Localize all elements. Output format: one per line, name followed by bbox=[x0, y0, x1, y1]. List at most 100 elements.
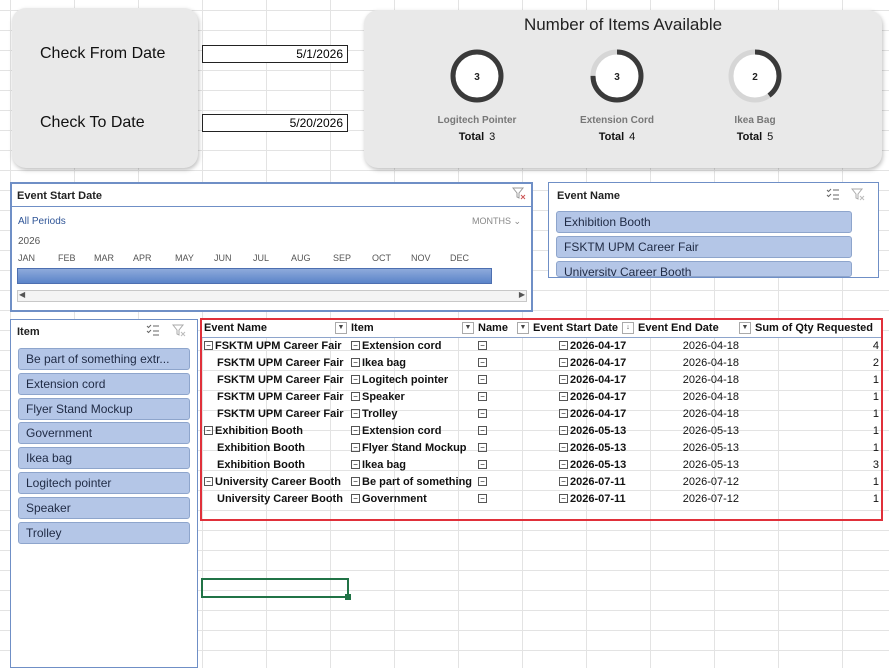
cell-item[interactable]: − Government bbox=[349, 490, 476, 507]
header-name[interactable]: Name ▼ bbox=[476, 320, 531, 338]
cell-item[interactable]: − Extension cord bbox=[349, 422, 476, 439]
cell-qty[interactable]: 2 bbox=[753, 354, 881, 371]
item-slicer-item[interactable]: Government bbox=[18, 422, 190, 445]
selected-cell[interactable] bbox=[201, 578, 349, 598]
scroll-right-icon[interactable]: ▶ bbox=[519, 290, 525, 299]
cell-name[interactable]: − bbox=[476, 405, 531, 422]
cell-item[interactable]: − Speaker bbox=[349, 388, 476, 405]
cell-start-date[interactable]: −2026-05-13 bbox=[531, 456, 636, 473]
timeline-month[interactable]: NOV bbox=[411, 253, 431, 263]
header-event-start-date[interactable]: Event Start Date ↓ bbox=[531, 320, 636, 338]
event-slicer-item[interactable]: University Career Booth bbox=[556, 261, 852, 277]
cell-item[interactable]: − Be part of something bbox=[349, 473, 476, 490]
cell-qty[interactable]: 4 bbox=[753, 337, 881, 354]
filter-dropdown-icon[interactable]: ▼ bbox=[739, 322, 751, 334]
cell-event-name[interactable]: − University Career Booth bbox=[202, 473, 349, 490]
cell-item[interactable]: − Ikea bag bbox=[349, 456, 476, 473]
collapse-icon[interactable]: − bbox=[351, 494, 360, 504]
filter-dropdown-icon[interactable]: ▼ bbox=[462, 322, 474, 334]
item-slicer-item[interactable]: Trolley bbox=[18, 521, 190, 544]
cell-item[interactable]: − Extension cord bbox=[349, 337, 476, 354]
cell-name[interactable]: − bbox=[476, 456, 531, 473]
cell-event-name[interactable]: FSKTM UPM Career Fair bbox=[202, 405, 349, 422]
collapse-icon[interactable]: − bbox=[351, 375, 360, 385]
cell-start-date[interactable]: −2026-05-13 bbox=[531, 439, 636, 456]
cell-qty[interactable]: 3 bbox=[753, 456, 881, 473]
collapse-icon[interactable]: − bbox=[478, 341, 487, 351]
collapse-icon[interactable]: − bbox=[351, 409, 360, 419]
cell-start-date[interactable]: −2026-04-17 bbox=[531, 388, 636, 405]
collapse-icon[interactable]: − bbox=[351, 443, 360, 453]
timeline-month[interactable]: SEP bbox=[333, 253, 351, 263]
collapse-icon[interactable]: − bbox=[478, 494, 487, 504]
timeline-month[interactable]: MAR bbox=[94, 253, 114, 263]
timeline-month[interactable]: APR bbox=[133, 253, 152, 263]
timeline-selection-bar[interactable] bbox=[17, 268, 492, 284]
cell-end-date[interactable]: 2026-04-18 bbox=[636, 405, 753, 422]
timeline-month[interactable]: DEC bbox=[450, 253, 469, 263]
collapse-icon[interactable]: − bbox=[351, 477, 360, 487]
item-slicer-item[interactable]: Be part of something extr... bbox=[18, 348, 190, 370]
collapse-icon[interactable]: − bbox=[559, 477, 568, 487]
cell-name[interactable]: − bbox=[476, 388, 531, 405]
item-slicer-item[interactable]: Extension cord bbox=[18, 372, 190, 395]
fill-handle[interactable] bbox=[345, 594, 351, 600]
time-level-dropdown[interactable]: MONTHS ⌄ bbox=[472, 216, 521, 227]
header-event-name[interactable]: Event Name ▼ bbox=[202, 320, 349, 338]
collapse-icon[interactable]: − bbox=[559, 443, 568, 453]
cell-end-date[interactable]: 2026-04-18 bbox=[636, 337, 753, 354]
collapse-icon[interactable]: − bbox=[559, 375, 568, 385]
collapse-icon[interactable]: − bbox=[478, 392, 487, 402]
cell-name[interactable]: − bbox=[476, 354, 531, 371]
timeline-month[interactable]: JUN bbox=[214, 253, 232, 263]
cell-item[interactable]: − Trolley bbox=[349, 405, 476, 422]
event-slicer-item[interactable]: FSKTM UPM Career Fair bbox=[556, 236, 852, 258]
cell-event-name[interactable]: University Career Booth bbox=[202, 490, 349, 507]
check-to-date-cell[interactable]: 5/20/2026 bbox=[202, 114, 348, 132]
cell-event-name[interactable]: Exhibition Booth bbox=[202, 456, 349, 473]
cell-start-date[interactable]: −2026-04-17 bbox=[531, 405, 636, 422]
collapse-icon[interactable]: − bbox=[351, 341, 360, 351]
cell-event-name[interactable]: Exhibition Booth bbox=[202, 439, 349, 456]
collapse-icon[interactable]: − bbox=[351, 426, 360, 436]
timeline-month[interactable]: MAY bbox=[175, 253, 194, 263]
cell-name[interactable]: − bbox=[476, 439, 531, 456]
clear-filter-icon[interactable] bbox=[850, 187, 865, 206]
collapse-icon[interactable]: − bbox=[204, 426, 213, 436]
item-slicer-item[interactable]: Ikea bag bbox=[18, 447, 190, 470]
cell-end-date[interactable]: 2026-04-18 bbox=[636, 371, 753, 388]
cell-name[interactable]: − bbox=[476, 371, 531, 388]
item-slicer-item[interactable]: Flyer Stand Mockup bbox=[18, 397, 190, 420]
collapse-icon[interactable]: − bbox=[204, 341, 213, 351]
cell-start-date[interactable]: −2026-07-11 bbox=[531, 490, 636, 507]
timeline-scrollbar[interactable]: ◀ ▶ bbox=[17, 290, 527, 302]
cell-item[interactable]: − Flyer Stand Mockup bbox=[349, 439, 476, 456]
filter-dropdown-icon[interactable]: ▼ bbox=[517, 322, 529, 334]
collapse-icon[interactable]: − bbox=[478, 358, 487, 368]
collapse-icon[interactable]: − bbox=[478, 426, 487, 436]
cell-qty[interactable]: 1 bbox=[753, 439, 881, 456]
cell-start-date[interactable]: −2026-04-17 bbox=[531, 337, 636, 354]
cell-event-name[interactable]: − FSKTM UPM Career Fair bbox=[202, 337, 349, 354]
cell-item[interactable]: − Logitech pointer bbox=[349, 371, 476, 388]
cell-event-name[interactable]: FSKTM UPM Career Fair bbox=[202, 354, 349, 371]
collapse-icon[interactable]: − bbox=[559, 426, 568, 436]
multi-select-icon[interactable] bbox=[145, 323, 160, 342]
cell-qty[interactable]: 1 bbox=[753, 405, 881, 422]
cell-event-name[interactable]: − Exhibition Booth bbox=[202, 422, 349, 439]
collapse-icon[interactable]: − bbox=[351, 392, 360, 402]
collapse-icon[interactable]: − bbox=[351, 460, 360, 470]
collapse-icon[interactable]: − bbox=[559, 341, 568, 351]
cell-qty[interactable]: 1 bbox=[753, 371, 881, 388]
cell-end-date[interactable]: 2026-05-13 bbox=[636, 422, 753, 439]
multi-select-icon[interactable] bbox=[825, 187, 840, 206]
header-item[interactable]: Item ▼ bbox=[349, 320, 476, 338]
clear-filter-icon[interactable] bbox=[171, 323, 186, 342]
cell-end-date[interactable]: 2026-05-13 bbox=[636, 456, 753, 473]
scroll-left-icon[interactable]: ◀ bbox=[19, 290, 25, 299]
timeline-month[interactable]: FEB bbox=[58, 253, 76, 263]
filter-dropdown-icon[interactable]: ▼ bbox=[335, 322, 347, 334]
cell-name[interactable]: − bbox=[476, 422, 531, 439]
timeline-month[interactable]: OCT bbox=[372, 253, 391, 263]
collapse-icon[interactable]: − bbox=[559, 358, 568, 368]
